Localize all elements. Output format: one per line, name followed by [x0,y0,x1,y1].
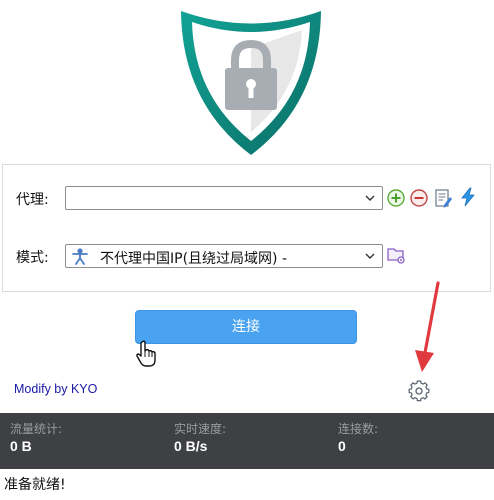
annotation-arrow-icon [415,281,440,372]
mode-select[interactable]: 不代理中国IP(且绕过局域网) - [65,244,383,268]
proxy-settings-panel: 代理: 模式: 不代理中国IP(且绕过局域网) - [2,164,491,292]
speed-label: 实时速度: [174,422,227,436]
modify-by-link[interactable]: Modify by KYO [14,382,97,396]
connections-value: 0 [338,438,346,454]
proxy-select[interactable] [65,186,383,210]
chevron-down-icon [365,195,375,201]
gear-icon[interactable] [408,380,430,402]
chevron-down-icon [365,253,375,259]
hand-pointer-icon [136,340,156,367]
traffic-label: 流量统计: [10,422,63,436]
status-message: 准备就绪! [4,477,66,493]
shield-lock-icon [181,11,321,155]
lightning-icon[interactable] [458,187,478,207]
connections-label: 连接数: [338,422,379,436]
connect-button[interactable]: 连接 [135,310,357,344]
proxy-label: 代理: [16,192,49,208]
person-icon [72,248,88,265]
folder-edit-icon[interactable] [386,245,406,265]
minus-circle-icon[interactable] [409,188,429,208]
mode-select-value: 不代理中国IP(且绕过局域网) - [100,251,287,267]
edit-document-icon[interactable] [433,188,453,208]
plus-circle-icon[interactable] [386,188,406,208]
speed-value: 0 B/s [174,438,208,454]
mode-label: 模式: [16,250,49,266]
stats-bar: 流量统计: 0 B 实时速度: 0 B/s 连接数: 0 [0,413,494,469]
traffic-value: 0 B [10,438,32,454]
